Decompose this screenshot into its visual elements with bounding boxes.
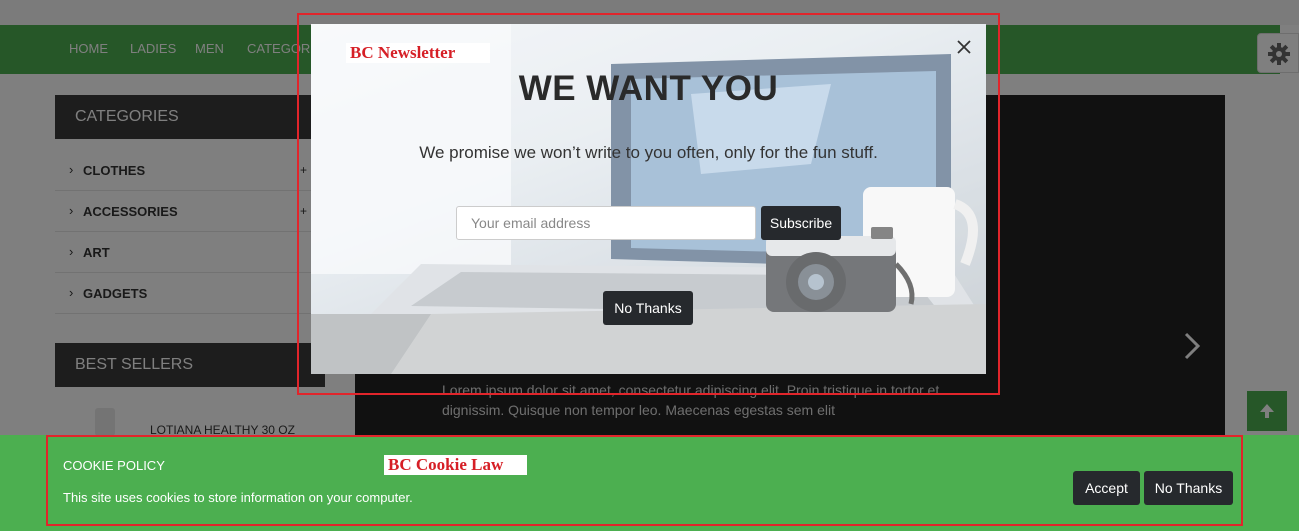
close-icon[interactable] <box>953 36 975 58</box>
popup-no-thanks-button[interactable]: No Thanks <box>603 291 693 325</box>
popup-title: WE WANT YOU <box>518 69 779 108</box>
popup-subtitle: We promise we won’t write to you often, … <box>419 143 878 162</box>
subscribe-button[interactable]: Subscribe <box>761 206 841 240</box>
email-field[interactable] <box>456 206 756 240</box>
cookie-callout-frame <box>46 435 1243 526</box>
cookie-callout-label: BC Cookie Law <box>384 455 527 475</box>
newsletter-popup: WE WANT YOU We promise we won’t write to… <box>311 24 986 374</box>
newsletter-callout-label: BC Newsletter <box>346 43 490 63</box>
